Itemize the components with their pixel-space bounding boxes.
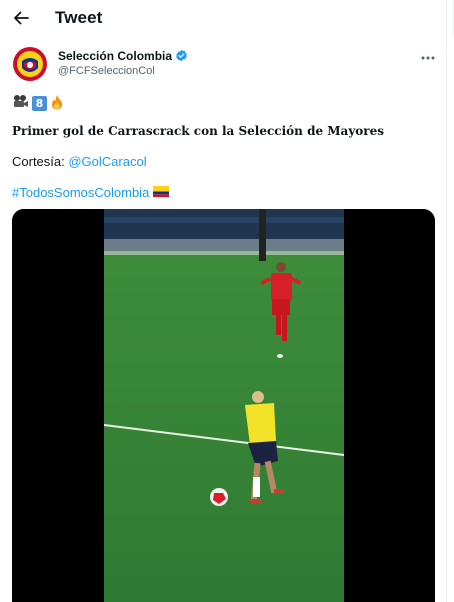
- fire-emoji: [50, 94, 64, 113]
- courtesy-label: Cortesía:: [12, 154, 69, 169]
- tweet-video[interactable]: [12, 209, 435, 602]
- video-content: [103, 209, 345, 602]
- keycap-eight-emoji: 8: [32, 95, 47, 111]
- hashtag-line: #TodosSomosColombia: [12, 185, 170, 200]
- back-arrow-icon[interactable]: [11, 8, 31, 28]
- tweet-author: Selección Colombia @FCFSeleccionCol: [12, 46, 435, 86]
- author-name-text: Selección Colombia: [58, 49, 173, 63]
- colombia-flag-emoji: [153, 185, 170, 200]
- avatar[interactable]: [12, 46, 48, 82]
- hashtag-link[interactable]: #TodosSomosColombia: [12, 185, 149, 200]
- more-options-icon[interactable]: [418, 50, 438, 66]
- top-bar: Tweet: [0, 0, 454, 36]
- emoji-row: 8: [12, 94, 64, 112]
- movie-camera-emoji: [12, 94, 29, 112]
- author-name[interactable]: Selección Colombia: [58, 49, 188, 65]
- video-frame: [12, 209, 435, 602]
- author-handle[interactable]: @FCFSeleccionCol: [58, 65, 155, 77]
- tweet-headline: Primer gol de Carrascrack con la Selecci…: [12, 124, 385, 138]
- mention-link[interactable]: @GolCaracol: [68, 154, 146, 169]
- page-title: Tweet: [55, 8, 103, 27]
- column-divider: [446, 0, 447, 602]
- courtesy-line: Cortesía: @GolCaracol: [12, 154, 147, 169]
- verified-badge-icon: [175, 49, 188, 65]
